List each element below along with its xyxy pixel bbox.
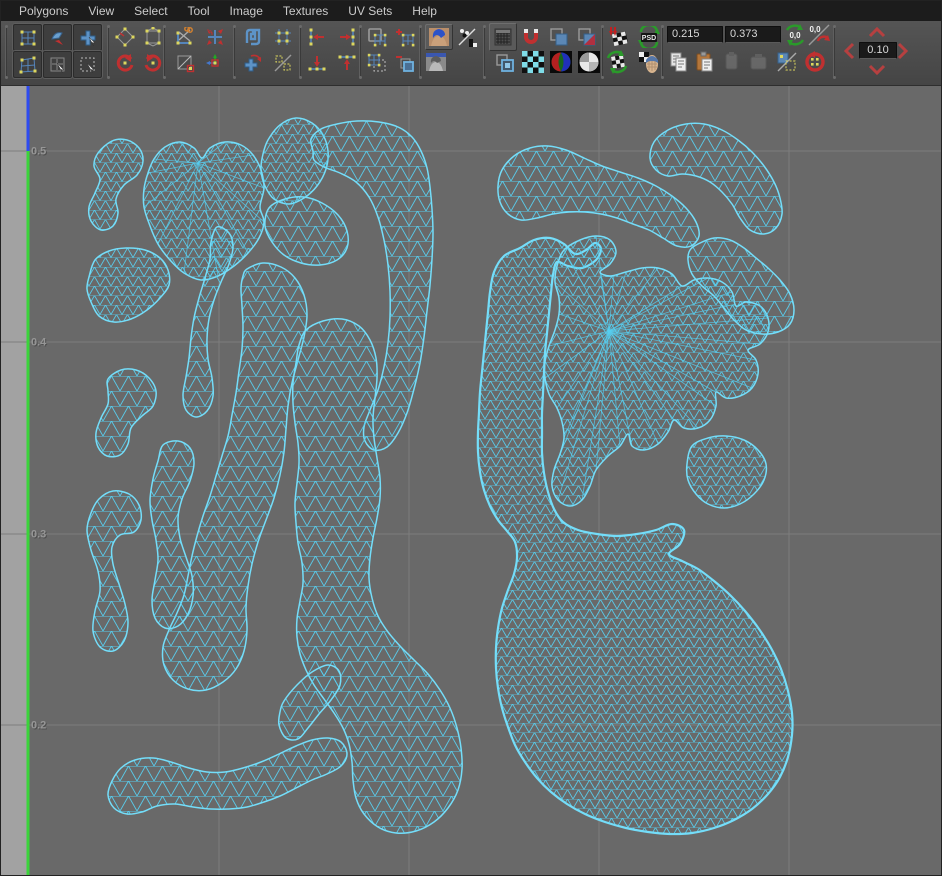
- pixel-snap-grid-button[interactable]: [489, 23, 517, 51]
- v-label-0.5: 0.5: [31, 146, 46, 158]
- uv-shell-curl-blob[interactable]: [687, 436, 767, 508]
- uv-grid-labels: 0.50.50.40.40.30.30.20.2: [31, 146, 48, 733]
- grid-box-button[interactable]: [365, 25, 389, 49]
- zero-rotation-button[interactable]: 0,0: [807, 23, 831, 47]
- group-separator[interactable]: [233, 27, 238, 77]
- zero-uv-label: 0,0: [789, 31, 801, 40]
- nav-left-button[interactable]: [843, 42, 855, 65]
- group-separator[interactable]: [163, 27, 168, 77]
- paste-disabled-button[interactable]: [747, 50, 771, 74]
- display-alpha-button[interactable]: [577, 50, 601, 74]
- flip-v-button[interactable]: [141, 25, 165, 49]
- u-coordinate-field[interactable]: 0.215: [667, 26, 723, 43]
- grid-dotted-button[interactable]: [365, 51, 389, 75]
- zero-uv-button[interactable]: 0,0: [783, 23, 807, 47]
- align-right-button[interactable]: [335, 25, 359, 49]
- group-separator[interactable]: [833, 27, 838, 77]
- display-rgb-button[interactable]: [549, 50, 573, 74]
- display-image-button[interactable]: [425, 24, 453, 50]
- v-label-0.3: 0.3: [31, 529, 46, 541]
- align-left-button[interactable]: [305, 25, 329, 49]
- uv-shell-lump-c[interactable]: [265, 197, 348, 265]
- move-manipulator-button[interactable]: [203, 51, 227, 75]
- align-up-button[interactable]: [335, 51, 359, 75]
- uv-shell-hook-b[interactable]: [96, 369, 156, 457]
- align-down-button[interactable]: [305, 51, 329, 75]
- cycle-uvs-button[interactable]: [271, 51, 295, 75]
- menu-help[interactable]: Help: [402, 1, 447, 21]
- grid-add-button[interactable]: [393, 25, 417, 49]
- v-coordinate-field[interactable]: 0.373: [725, 26, 781, 43]
- uv-shell-bottom-snake[interactable]: [108, 738, 347, 814]
- nudge-step-field[interactable]: 0.10: [859, 42, 897, 59]
- cycle-uvs-red-button[interactable]: [803, 50, 827, 74]
- menu-image[interactable]: Image: [220, 1, 273, 21]
- uv-shell-mid-snake[interactable]: [150, 441, 194, 629]
- copy-uvs-button[interactable]: [667, 50, 691, 74]
- flip-shell-button[interactable]: [241, 51, 265, 75]
- shell-borders-small-button[interactable]: [493, 51, 517, 75]
- uv-smudge-tool-button[interactable]: [43, 24, 72, 51]
- nav-down-button[interactable]: [867, 63, 887, 81]
- menu-polygons[interactable]: Polygons: [9, 1, 78, 21]
- psd-label: PSD: [642, 35, 656, 42]
- sew-uv-edges-button[interactable]: [203, 25, 227, 49]
- group-separator[interactable]: [483, 27, 488, 77]
- marquee-select-tool-button[interactable]: [73, 51, 102, 78]
- menu-uv-sets[interactable]: UV Sets: [338, 1, 402, 21]
- cut-uv-edges-button[interactable]: [173, 25, 197, 49]
- nav-up-button[interactable]: [867, 25, 887, 43]
- lattice-deform-tool-button[interactable]: [13, 51, 42, 78]
- uv-grid: [1, 85, 942, 876]
- toolbar-grip[interactable]: [5, 27, 10, 77]
- grid-subtract-button[interactable]: [393, 51, 417, 75]
- uv-viewport[interactable]: 0.50.50.40.40.30.30.20.2: [1, 85, 942, 876]
- force-editor-refresh-button[interactable]: [607, 25, 631, 49]
- select-shell-tool-button[interactable]: [43, 51, 72, 78]
- v-label-0.4: 0.4: [31, 337, 47, 349]
- rotate-cw-button[interactable]: [141, 51, 165, 75]
- uv-shell-cane[interactable]: [87, 491, 141, 652]
- menu-bar: Polygons View Select Tool Image Textures…: [1, 1, 941, 21]
- paste-uvs-button[interactable]: [693, 50, 717, 74]
- move-uv-shell-tool-button[interactable]: [73, 24, 102, 51]
- zero-rotation-label: 0,0: [809, 25, 821, 34]
- group-separator[interactable]: [359, 27, 364, 77]
- v-label-0.2: 0.2: [31, 720, 46, 732]
- dim-image-ratio-button[interactable]: [455, 25, 479, 49]
- menu-tool[interactable]: Tool: [178, 1, 220, 21]
- menu-textures[interactable]: Textures: [273, 1, 338, 21]
- rotate-ccw-button[interactable]: [113, 51, 137, 75]
- copy-disabled-button[interactable]: [721, 50, 745, 74]
- group-separator[interactable]: [107, 27, 112, 77]
- group-separator[interactable]: [299, 27, 304, 77]
- paste-uv-toggle-button[interactable]: [775, 50, 799, 74]
- grayscale-image-button[interactable]: [423, 50, 449, 74]
- menu-view[interactable]: View: [78, 1, 124, 21]
- uv-toolbar: PSD 0.215 0.373 0,0 0,0 0.10: [1, 21, 941, 86]
- texture-borders-button[interactable]: [575, 25, 599, 49]
- layout-uvs-button[interactable]: [271, 25, 295, 49]
- uv-lattice-tool-button[interactable]: [13, 24, 42, 51]
- corner-pin-button[interactable]: [173, 51, 197, 75]
- unfold-uvs-button[interactable]: [241, 25, 265, 49]
- flip-u-button[interactable]: [113, 25, 137, 49]
- uv-snapshot-button[interactable]: [637, 50, 661, 74]
- update-psd-networks-button[interactable]: PSD: [637, 25, 661, 49]
- refresh-image-button[interactable]: [605, 50, 629, 74]
- group-separator[interactable]: [661, 27, 666, 77]
- uv-shells-layer: [87, 118, 794, 834]
- snap-magnet-button[interactable]: [519, 25, 543, 49]
- checker-tiles-button[interactable]: [521, 50, 545, 74]
- nav-right-button[interactable]: [897, 42, 909, 65]
- uv-shell-hook-top-left[interactable]: [89, 139, 143, 230]
- menu-select[interactable]: Select: [124, 1, 177, 21]
- uv-texture-editor-window: { "menu": {"items": ["Polygons","View","…: [0, 0, 942, 876]
- uv-shell-kidney-blob[interactable]: [87, 248, 170, 322]
- shell-borders-button[interactable]: [547, 25, 571, 49]
